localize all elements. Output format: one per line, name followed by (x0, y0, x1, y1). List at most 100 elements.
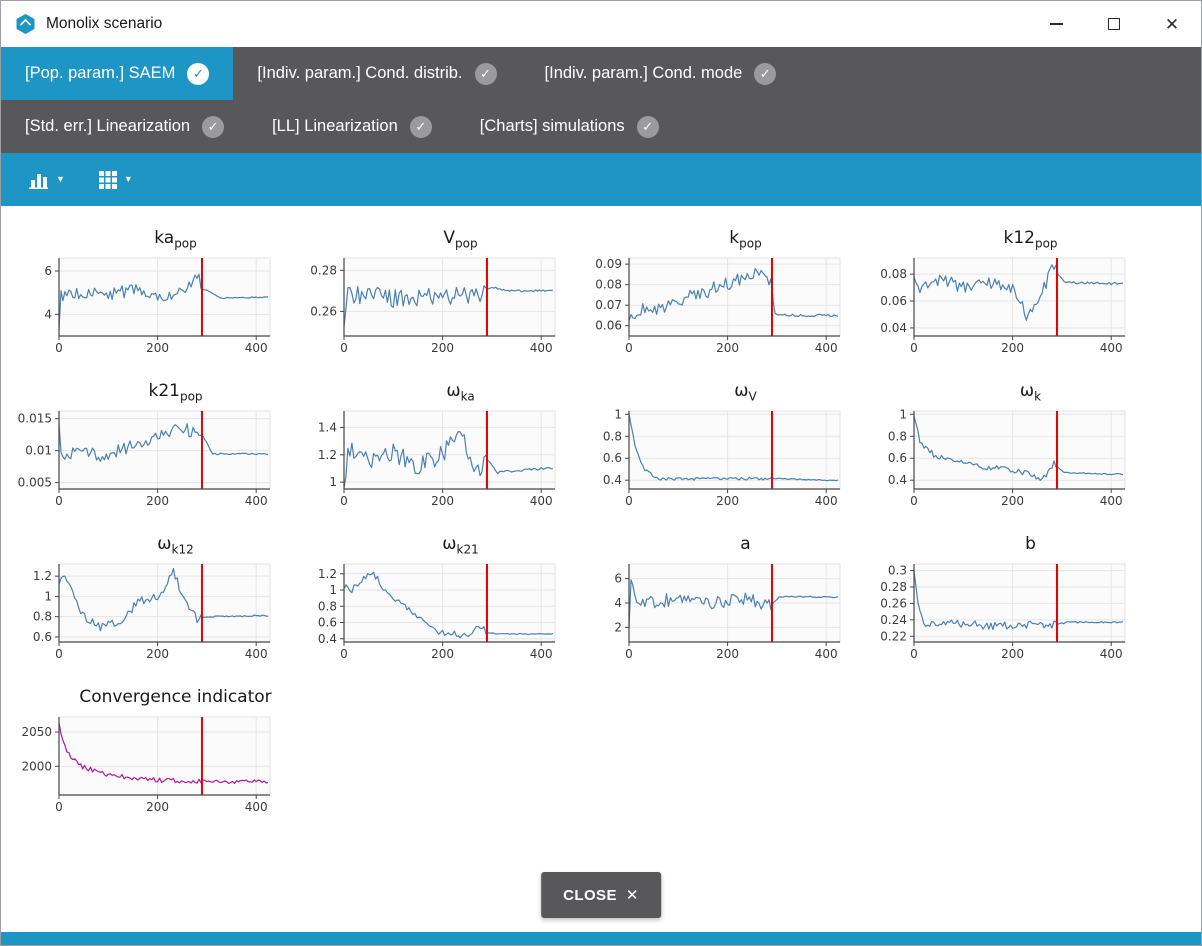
minimize-button[interactable] (1027, 1, 1085, 47)
chart-ka_pop: kapop460200400 (13, 228, 298, 361)
tab-label: [Indiv. param.] Cond. distrib. (257, 64, 462, 83)
close-window-button[interactable]: ✕ (1143, 1, 1201, 47)
svg-text:2: 2 (614, 620, 622, 634)
svg-text:0.07: 0.07 (595, 298, 622, 312)
svg-text:0.015: 0.015 (18, 412, 52, 426)
svg-text:4: 4 (614, 596, 622, 610)
chart-plot: 11.21.40200400 (298, 405, 563, 509)
svg-text:200: 200 (716, 494, 739, 508)
svg-text:0.8: 0.8 (318, 599, 337, 613)
svg-text:0.3: 0.3 (888, 564, 907, 578)
window-controls: ✕ (1027, 1, 1201, 47)
svg-text:0: 0 (55, 341, 63, 355)
chart-plot: 460200400 (13, 252, 278, 356)
maximize-icon (1108, 18, 1120, 30)
svg-text:0: 0 (910, 647, 918, 661)
tab-pop-param-saem[interactable]: [Pop. param.] SAEM✓ (1, 47, 233, 100)
app-icon (15, 13, 36, 35)
svg-text:0.28: 0.28 (880, 580, 907, 594)
maximize-button[interactable] (1085, 1, 1143, 47)
tab-indiv-param-cond-distrib[interactable]: [Indiv. param.] Cond. distrib. ✓ (233, 47, 520, 100)
svg-text:4: 4 (44, 307, 52, 321)
svg-text:400: 400 (815, 494, 838, 508)
svg-text:1.2: 1.2 (318, 448, 337, 462)
svg-text:0: 0 (340, 341, 348, 355)
svg-text:0.08: 0.08 (595, 278, 622, 292)
close-icon: ✕ (626, 886, 639, 904)
chart-title: ωka (298, 381, 583, 405)
chart-k12_pop: k12pop0.040.060.080200400 (868, 228, 1153, 361)
tab-label: [Charts] simulations (480, 117, 625, 136)
svg-text:6: 6 (614, 572, 622, 586)
chart-plot: 2460200400 (583, 558, 848, 662)
svg-text:0: 0 (625, 341, 633, 355)
svg-text:1.2: 1.2 (318, 567, 337, 581)
svg-text:0.8: 0.8 (888, 429, 907, 443)
chart-title: ωk12 (13, 534, 298, 558)
chart-plot: 0.0050.010.0150200400 (13, 405, 278, 509)
layout-grid-button[interactable]: ▼ (99, 171, 133, 189)
tab-row-2: [Std. err.] Linearization✓[LL] Lineariza… (1, 100, 1201, 153)
tab-label: [LL] Linearization (272, 117, 398, 136)
tab-charts-simulations[interactable]: [Charts] simulations ✓ (456, 100, 683, 153)
caret-down-icon: ▼ (56, 175, 65, 184)
svg-text:1: 1 (899, 407, 907, 421)
svg-text:200: 200 (431, 647, 454, 661)
svg-text:0.06: 0.06 (880, 294, 907, 308)
chart-title: a (583, 534, 868, 558)
svg-text:0: 0 (55, 647, 63, 661)
svg-text:0: 0 (625, 647, 633, 661)
chart-title: kapop (13, 228, 298, 252)
svg-text:1: 1 (614, 407, 622, 421)
tab-row-1: [Pop. param.] SAEM✓[Indiv. param.] Cond.… (1, 47, 1201, 100)
chart-k21_pop: k21pop0.0050.010.0150200400 (13, 381, 298, 514)
chart-plot: 0.220.240.260.280.30200400 (868, 558, 1133, 662)
chart-title: Vpop (298, 228, 583, 252)
chart-title: b (868, 534, 1153, 558)
minimize-icon (1050, 23, 1063, 25)
chart-omega_k12: ωk120.60.811.20200400 (13, 534, 298, 667)
svg-text:400: 400 (1100, 647, 1123, 661)
chart-convergence_indicator: Convergence indicator200020500200400 (13, 687, 298, 820)
svg-text:0: 0 (910, 341, 918, 355)
svg-text:2050: 2050 (21, 725, 52, 739)
svg-text:0.26: 0.26 (310, 304, 337, 318)
svg-text:0.01: 0.01 (25, 444, 52, 458)
svg-text:6: 6 (44, 264, 52, 278)
svg-text:200: 200 (1001, 647, 1024, 661)
close-button[interactable]: CLOSE ✕ (541, 872, 661, 918)
tab-label: [Std. err.] Linearization (25, 117, 190, 136)
chart-plot: 0.060.070.080.090200400 (583, 252, 848, 356)
svg-text:400: 400 (530, 341, 553, 355)
svg-text:200: 200 (146, 494, 169, 508)
svg-text:0: 0 (340, 647, 348, 661)
svg-text:400: 400 (530, 494, 553, 508)
svg-text:0.04: 0.04 (880, 321, 907, 335)
chart-omega_k21: ωk210.40.60.811.20200400 (298, 534, 583, 667)
svg-text:1.2: 1.2 (33, 569, 52, 583)
svg-text:0: 0 (625, 494, 633, 508)
svg-text:0.6: 0.6 (33, 630, 52, 644)
bar-chart-icon (29, 171, 49, 189)
tab-std-err-linearization[interactable]: [Std. err.] Linearization✓ (1, 100, 248, 153)
svg-text:400: 400 (815, 341, 838, 355)
svg-text:0: 0 (55, 800, 63, 814)
check-icon: ✓ (475, 63, 497, 85)
check-icon: ✓ (637, 116, 659, 138)
chart-title: ωV (583, 381, 868, 405)
chart-omega_ka: ωka11.21.40200400 (298, 381, 583, 514)
svg-text:0.4: 0.4 (318, 632, 337, 646)
svg-text:0: 0 (55, 494, 63, 508)
tab-ll-linearization[interactable]: [LL] Linearization✓ (248, 100, 456, 153)
svg-text:400: 400 (245, 800, 268, 814)
plot-type-button[interactable]: ▼ (29, 171, 65, 189)
svg-text:0.6: 0.6 (888, 451, 907, 465)
svg-text:0.4: 0.4 (888, 473, 907, 487)
svg-text:0.8: 0.8 (603, 429, 622, 443)
svg-text:400: 400 (245, 341, 268, 355)
svg-text:0.005: 0.005 (18, 476, 52, 490)
tab-indiv-param-cond-mode[interactable]: [Indiv. param.] Cond. mode✓ (521, 47, 801, 100)
chart-plot: 0.260.280200400 (298, 252, 563, 356)
svg-text:0.4: 0.4 (603, 473, 622, 487)
svg-text:200: 200 (1001, 341, 1024, 355)
